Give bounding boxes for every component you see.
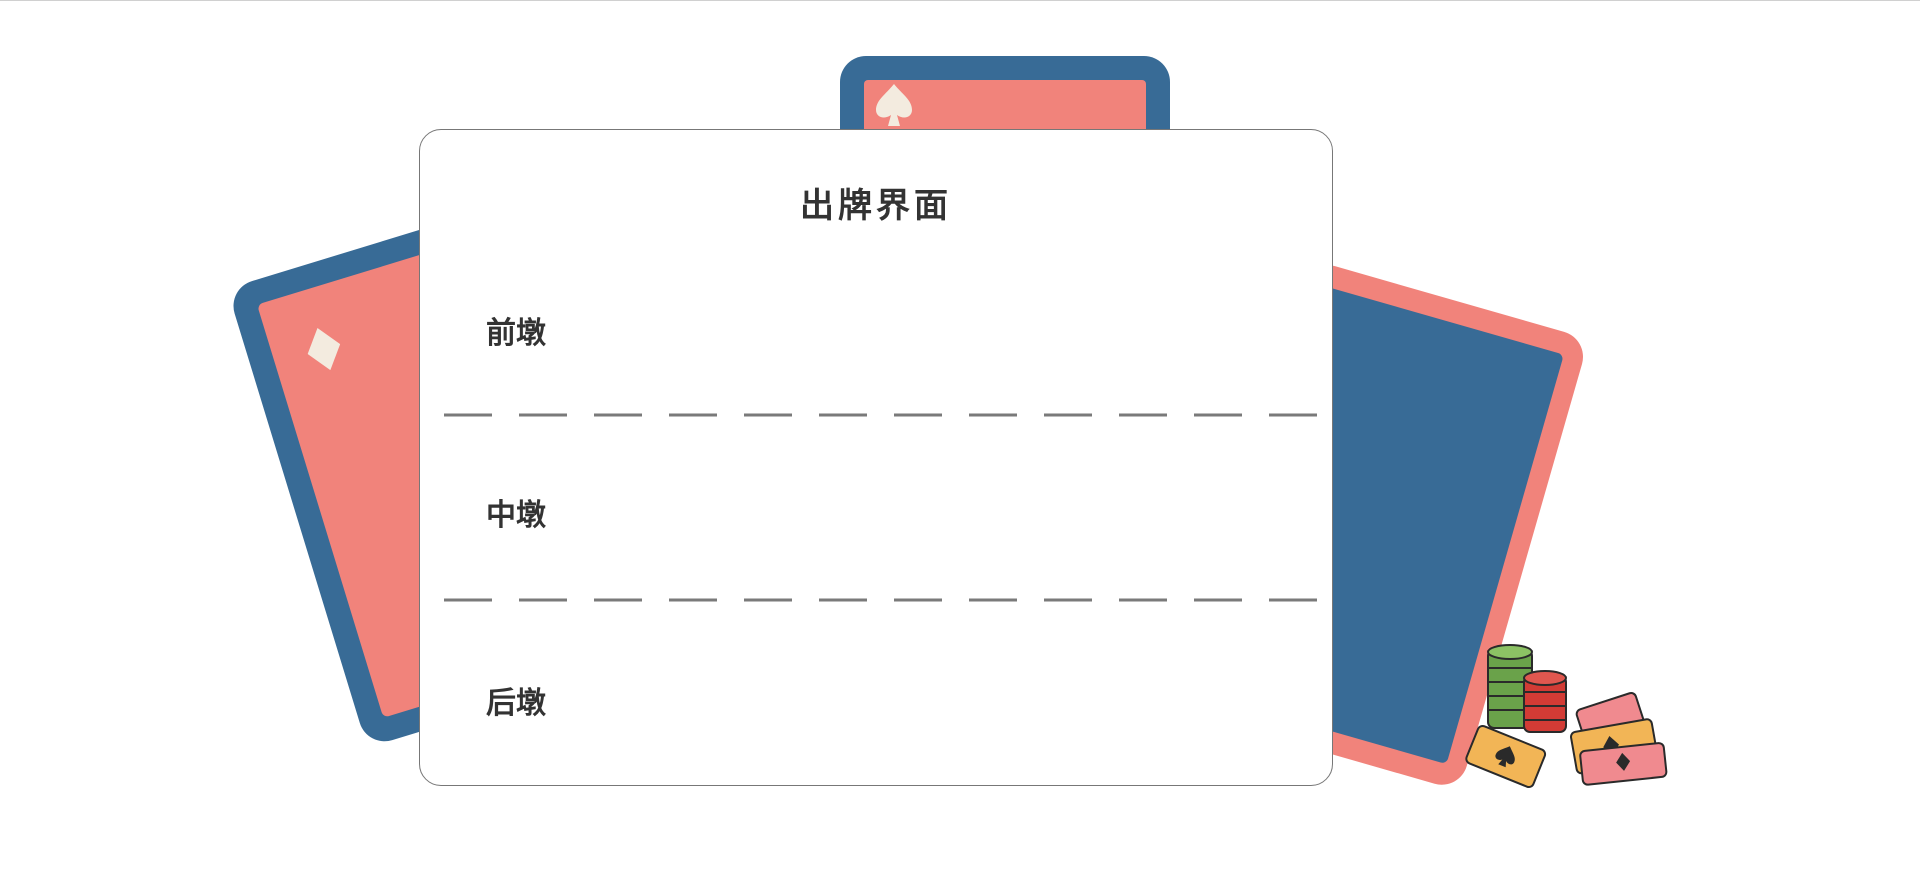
back-row-drop-zone[interactable]: [580, 605, 1302, 780]
play-panel: 出牌界面 前墩 中墩 后墩: [419, 129, 1333, 786]
back-row-label: 后墩: [486, 686, 546, 721]
spade-icon: [876, 84, 912, 126]
front-row-drop-zone[interactable]: [580, 250, 1302, 410]
middle-row-label: 中墩: [486, 498, 546, 533]
diamond-icon: [307, 328, 341, 371]
poker-chips-icon: [1465, 644, 1668, 789]
game-stage: 出牌界面 前墩 中墩 后墩: [0, 0, 1920, 869]
panel-title: 出牌界面: [800, 186, 952, 226]
front-row-label: 前墩: [486, 316, 546, 351]
middle-row-drop-zone[interactable]: [580, 420, 1302, 595]
